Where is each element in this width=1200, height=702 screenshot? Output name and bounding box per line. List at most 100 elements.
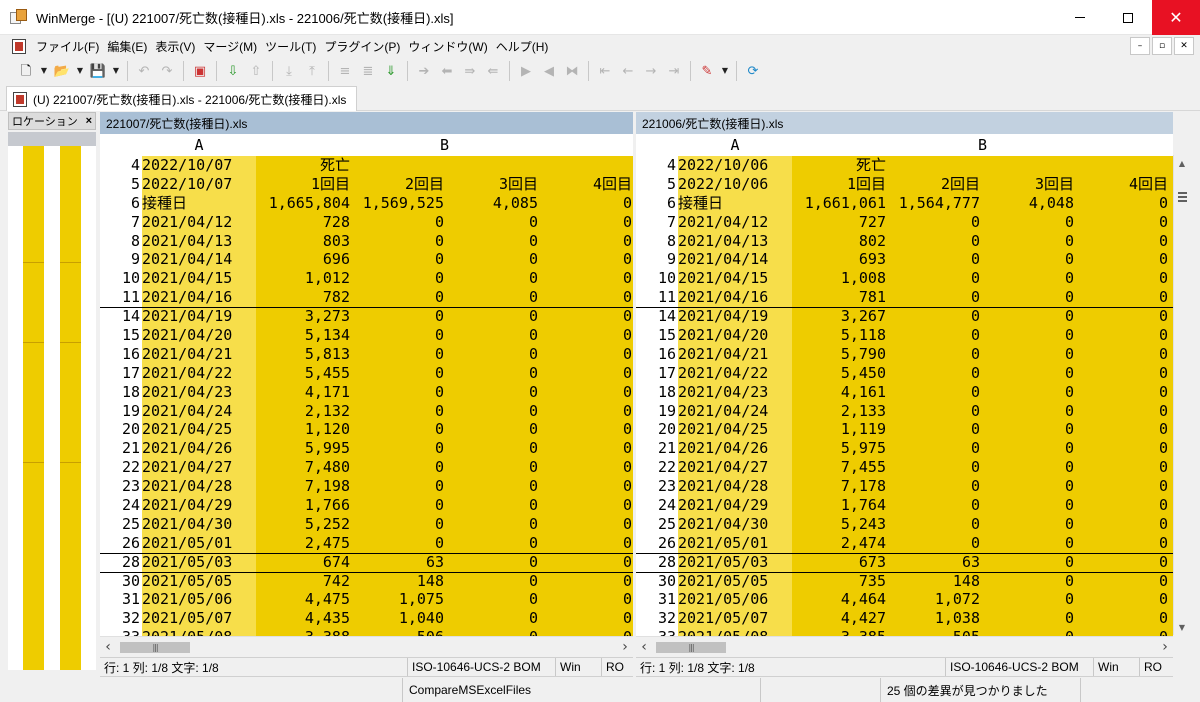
undo-icon[interactable]: ↶ — [134, 61, 154, 81]
table-row[interactable]: 22 2021/04/27 7,480 0 0 0 — [100, 458, 633, 478]
menu-edit[interactable]: 編集(E) — [103, 38, 151, 55]
table-row[interactable]: 9 2021/04/14 693 0 0 0 — [636, 250, 1173, 270]
table-row[interactable]: 8 2021/04/13 802 0 0 0 — [636, 231, 1173, 251]
scroll-right-icon[interactable]: › — [617, 639, 633, 655]
right-rows[interactable]: 4 2022/10/06 死亡 5 2022/10/06 1回目 2回目 3回目 4回目 6 接種日… — [636, 156, 1173, 648]
mdi-close-button[interactable]: ✕ — [1174, 37, 1194, 55]
horizontal-scroll-track[interactable]: ||| — [116, 640, 617, 654]
first-diff-icon[interactable]: ⤒ — [302, 61, 322, 81]
left-rows[interactable]: 4 2022/10/07 死亡 5 2022/10/07 1回目 2回目 3回目 4回目 6 接種日… — [100, 156, 633, 648]
maximize-button[interactable] — [1104, 0, 1152, 35]
table-row[interactable]: 7 2021/04/12 727 0 0 0 — [636, 212, 1173, 232]
menu-window[interactable]: ウィンドウ(W) — [404, 38, 491, 55]
table-row[interactable]: 11 2021/04/16 782 0 0 0 — [100, 288, 633, 308]
table-row[interactable]: 19 2021/04/24 2,133 0 0 0 — [636, 401, 1173, 421]
table-row[interactable]: 31 2021/05/06 4,475 1,075 0 0 — [100, 590, 633, 610]
scroll-left-icon[interactable]: ‹ — [636, 639, 652, 655]
minimize-button[interactable] — [1056, 0, 1104, 35]
table-row[interactable]: 15 2021/04/20 5,118 0 0 0 — [636, 326, 1173, 345]
next-file-icon[interactable]: ⇓ — [381, 61, 401, 81]
table-row[interactable]: 17 2021/04/22 5,455 0 0 0 — [100, 363, 633, 383]
table-row[interactable]: 28 2021/05/03 674 63 0 0 — [100, 552, 633, 572]
table-row[interactable]: 6 接種日 1,665,804 1,569,525 4,085 0 — [100, 193, 633, 213]
vertical-scrollbar[interactable]: ▲ ▼ — [1173, 155, 1190, 635]
save-dropdown-icon[interactable]: ▼ — [111, 61, 121, 81]
horizontal-scroll-thumb[interactable]: ||| — [120, 641, 190, 653]
options-icon[interactable]: ✎ — [697, 61, 717, 81]
winmerge-app-icon[interactable] — [10, 9, 28, 25]
table-row[interactable]: 18 2021/04/23 4,171 0 0 0 — [100, 382, 633, 402]
table-row[interactable]: 17 2021/04/22 5,450 0 0 0 — [636, 363, 1173, 383]
menu-file[interactable]: ファイル(F) — [32, 38, 103, 55]
table-row[interactable]: 9 2021/04/14 696 0 0 0 — [100, 250, 633, 270]
move-left-step-icon[interactable]: ← — [618, 61, 638, 81]
scroll-left-icon[interactable]: ‹ — [100, 639, 116, 655]
table-row[interactable]: 28 2021/05/03 673 63 0 0 — [636, 552, 1173, 572]
table-row[interactable]: 10 2021/04/15 1,012 0 0 0 — [100, 269, 633, 289]
horizontal-scroll-track[interactable]: ||| — [652, 640, 1157, 654]
mdi-minimize-button[interactable]: – — [1130, 37, 1150, 55]
new-dropdown-icon[interactable]: ▼ — [39, 61, 49, 81]
table-row[interactable]: 8 2021/04/13 803 0 0 0 — [100, 231, 633, 251]
readonly-flag[interactable]: RO — [1140, 658, 1173, 676]
menu-merge[interactable]: マージ(M) — [199, 38, 261, 55]
copy-right-advance-icon[interactable]: ⇛ — [460, 61, 480, 81]
table-row[interactable]: 20 2021/04/25 1,120 0 0 0 — [100, 420, 633, 440]
move-right-icon[interactable]: ⇥ — [664, 61, 684, 81]
table-row[interactable]: 24 2021/04/29 1,764 0 0 0 — [636, 496, 1173, 515]
move-left-icon[interactable]: ⇤ — [595, 61, 615, 81]
table-row[interactable]: 32 2021/05/07 4,427 1,038 0 0 — [636, 609, 1173, 629]
open-folder-icon[interactable]: 📂 — [52, 61, 72, 81]
filter-icon[interactable]: ▣ — [190, 61, 210, 81]
refresh-icon[interactable]: ⟳ — [743, 61, 763, 81]
table-row[interactable]: 30 2021/05/05 735 148 0 0 — [636, 571, 1173, 591]
encoding[interactable]: ISO-10646-UCS-2 BOM — [408, 658, 556, 676]
next-conflict-icon[interactable]: ≣ — [358, 61, 378, 81]
right-horizontal-scrollbar[interactable]: ‹ ||| › — [636, 636, 1173, 656]
save-icon[interactable]: 💾 — [88, 61, 108, 81]
table-row[interactable]: 11 2021/04/16 781 0 0 0 — [636, 288, 1173, 308]
current-diff-icon[interactable]: ≡ — [335, 61, 355, 81]
table-row[interactable]: 25 2021/04/30 5,243 0 0 0 — [636, 514, 1173, 534]
table-row[interactable]: 23 2021/04/28 7,198 0 0 0 — [100, 477, 633, 497]
menu-plugins[interactable]: プラグイン(P) — [320, 38, 404, 55]
left-horizontal-scrollbar[interactable]: ‹ ||| › — [100, 636, 633, 656]
eol-style[interactable]: Win — [1094, 658, 1140, 676]
location-map[interactable] — [8, 132, 96, 670]
table-row[interactable]: 14 2021/04/19 3,273 0 0 0 — [100, 307, 633, 327]
menu-help[interactable]: ヘルプ(H) — [492, 38, 553, 55]
scroll-up-icon[interactable]: ▲ — [1174, 155, 1190, 171]
copy-all-right-icon[interactable]: ▶ — [516, 61, 536, 81]
copy-all-left-icon[interactable]: ◀ — [539, 61, 559, 81]
table-row[interactable]: 16 2021/04/21 5,790 0 0 0 — [636, 344, 1173, 364]
table-row[interactable]: 20 2021/04/25 1,119 0 0 0 — [636, 420, 1173, 440]
table-row[interactable]: 21 2021/04/26 5,975 0 0 0 — [636, 439, 1173, 459]
merge-all-icon[interactable]: ⧓ — [562, 61, 582, 81]
next-diff-icon[interactable]: ⇩ — [223, 61, 243, 81]
table-row[interactable]: 21 2021/04/26 5,995 0 0 0 — [100, 439, 633, 459]
table-row[interactable]: 5 2022/10/06 1回目 2回目 3回目 4回目 — [636, 174, 1173, 194]
menu-tools[interactable]: ツール(T) — [261, 38, 320, 55]
document-tab[interactable]: (U) 221007/死亡数(接種日).xls - 221006/死亡数(接種日… — [6, 86, 358, 111]
move-right-step-icon[interactable]: → — [641, 61, 661, 81]
table-row[interactable]: 26 2021/05/01 2,474 0 0 0 — [636, 533, 1173, 553]
table-row[interactable]: 7 2021/04/12 728 0 0 0 — [100, 212, 633, 232]
scroll-down-icon[interactable]: ▼ — [1174, 619, 1190, 635]
redo-icon[interactable]: ↷ — [157, 61, 177, 81]
table-row[interactable]: 16 2021/04/21 5,813 0 0 0 — [100, 344, 633, 364]
mdi-restore-button[interactable]: ▫ — [1152, 37, 1172, 55]
open-dropdown-icon[interactable]: ▼ — [75, 61, 85, 81]
table-row[interactable]: 32 2021/05/07 4,435 1,040 0 0 — [100, 609, 633, 629]
table-row[interactable]: 25 2021/04/30 5,252 0 0 0 — [100, 514, 633, 534]
table-row[interactable]: 22 2021/04/27 7,455 0 0 0 — [636, 458, 1173, 478]
table-row[interactable]: 15 2021/04/20 5,134 0 0 0 — [100, 326, 633, 345]
table-row[interactable]: 6 接種日 1,661,061 1,564,777 4,048 0 — [636, 193, 1173, 213]
horizontal-scroll-thumb[interactable]: ||| — [656, 641, 726, 653]
table-row[interactable]: 4 2022/10/07 死亡 — [100, 156, 633, 175]
options-dropdown-icon[interactable]: ▼ — [720, 61, 730, 81]
copy-left-advance-icon[interactable]: ⇚ — [483, 61, 503, 81]
location-pane-close-icon[interactable]: × — [86, 115, 92, 127]
table-row[interactable]: 31 2021/05/06 4,464 1,072 0 0 — [636, 590, 1173, 610]
table-row[interactable]: 4 2022/10/06 死亡 — [636, 156, 1173, 175]
menu-view[interactable]: 表示(V) — [151, 38, 199, 55]
